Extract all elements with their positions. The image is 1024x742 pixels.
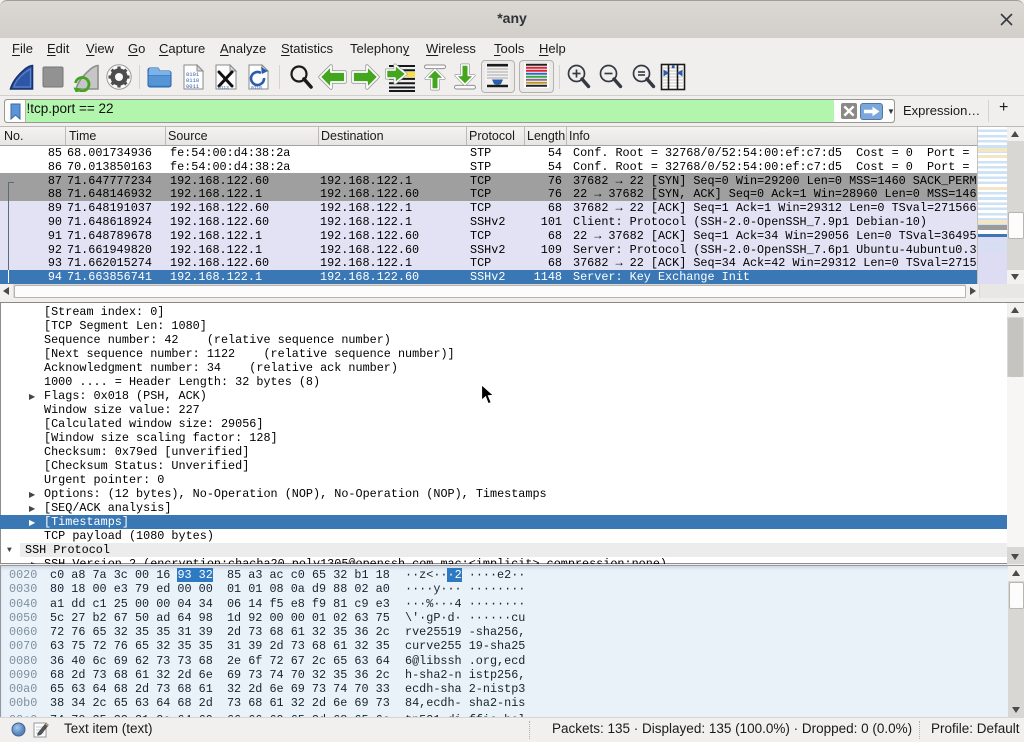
- svg-text:0113: 0113: [218, 85, 229, 91]
- svg-text:0011: 0011: [186, 83, 200, 90]
- svg-text:0110: 0110: [251, 85, 262, 91]
